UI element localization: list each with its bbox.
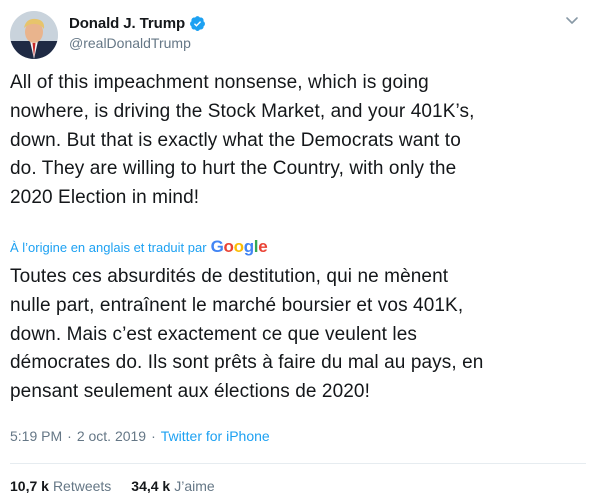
tweet-date[interactable]: 2 oct. 2019 (77, 428, 146, 444)
avatar-portrait-icon (10, 11, 58, 59)
avatar[interactable] (10, 11, 58, 59)
google-logo: Google (210, 237, 268, 256)
tweet-meta: 5:19 PM · 2 oct. 2019 · Twitter for iPho… (10, 428, 270, 444)
likes-count: 34,4 k (131, 478, 171, 493)
retweets-label: Retweets (52, 478, 112, 493)
tweet-stats: 10,7 k Retweets 34,4 k J’aime (10, 478, 235, 493)
verified-badge-icon (189, 15, 206, 32)
author-handle[interactable]: @realDonaldTrump (69, 35, 191, 51)
chevron-down-icon[interactable] (564, 14, 580, 26)
translation-note-label: À l’origine en anglais et traduit par (10, 239, 207, 255)
meta-separator: · (151, 428, 156, 444)
retweets-count: 10,7 k (10, 478, 49, 493)
tweet-time[interactable]: 5:19 PM (10, 428, 62, 444)
translation-note[interactable]: À l’origine en anglais et traduit par Go… (10, 235, 268, 259)
author-display-name[interactable]: Donald J. Trump (69, 15, 185, 32)
likes-stat[interactable]: 34,4 k J’aime (131, 478, 214, 493)
meta-separator: · (67, 428, 72, 444)
tweet-card: Donald J. Trump @realDonaldTrump All of … (0, 0, 596, 493)
tweet-text: All of this impeachment nonsense, which … (10, 72, 475, 209)
divider (10, 463, 586, 464)
author-name-row: Donald J. Trump (69, 13, 206, 33)
tweet-source-link[interactable]: Twitter for iPhone (161, 428, 270, 444)
retweets-stat[interactable]: 10,7 k Retweets (10, 478, 111, 493)
translated-text: Toutes ces absurdités de destitution, qu… (10, 266, 484, 403)
likes-label: J’aime (174, 478, 215, 493)
